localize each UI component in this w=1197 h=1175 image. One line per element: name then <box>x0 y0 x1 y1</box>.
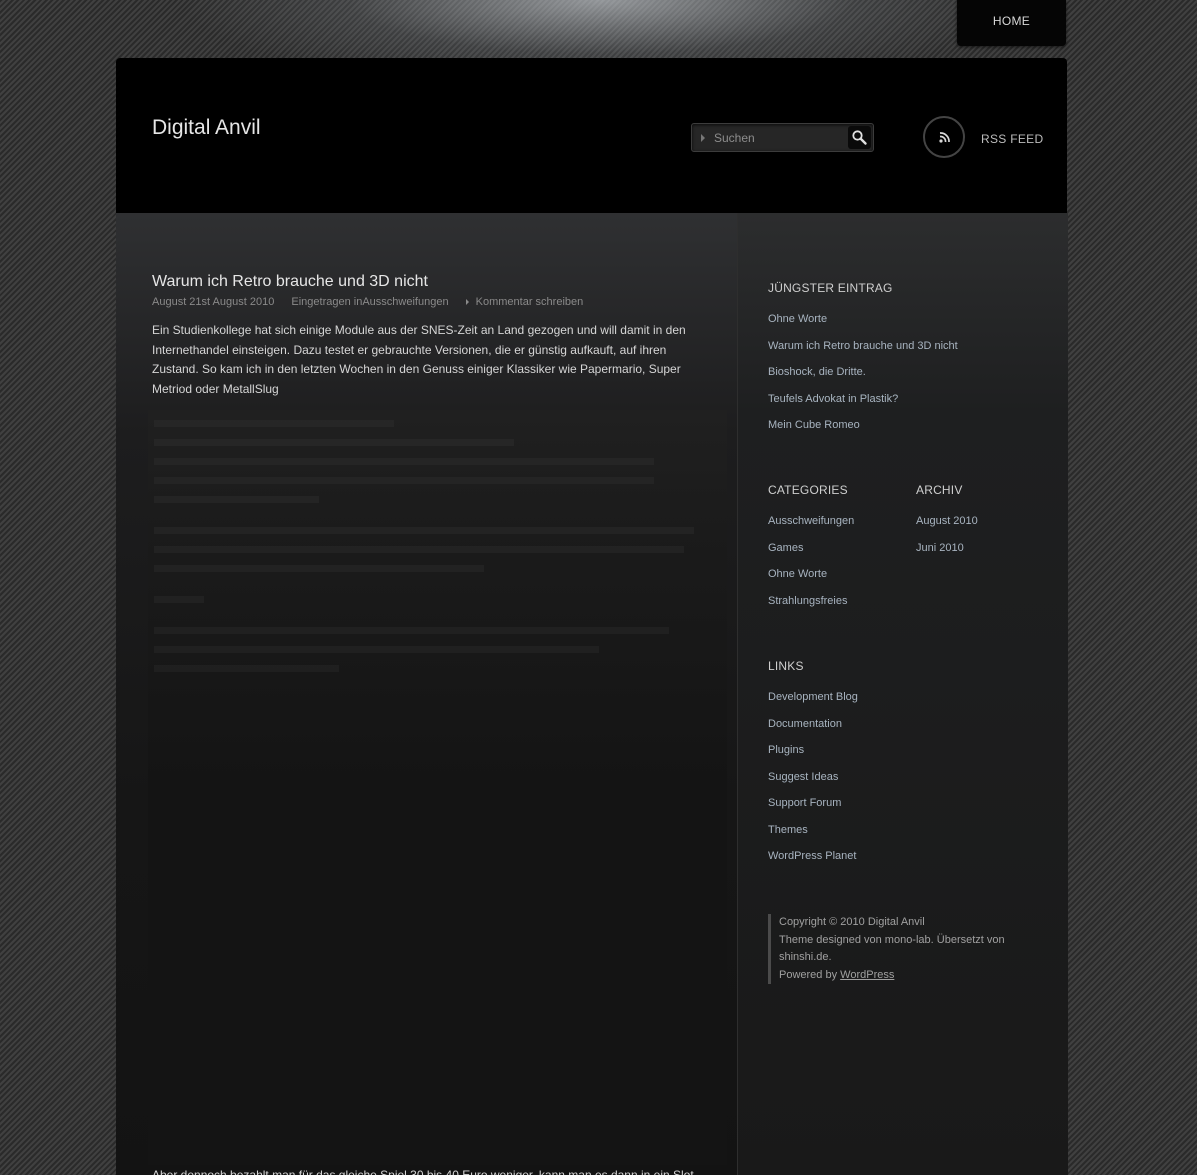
recent-posts-list: Ohne Worte Warum ich Retro brauche und 3… <box>768 313 958 446</box>
faded-text-line <box>154 439 514 446</box>
faded-text-line <box>154 458 654 465</box>
links-title: LINKS <box>768 659 804 673</box>
blogroll-link[interactable]: Plugins <box>768 744 858 771</box>
post-embed-overlay <box>148 410 727 1165</box>
faded-text-line <box>154 665 339 672</box>
blogroll-link[interactable]: Suggest Ideas <box>768 771 858 798</box>
recent-post-link[interactable]: Bioshock, die Dritte. <box>768 366 958 393</box>
search-button[interactable] <box>848 126 871 149</box>
copyright-text: Copyright © 2010 Digital Anvil <box>779 916 925 928</box>
site-title[interactable]: Digital Anvil <box>152 116 261 140</box>
category-link[interactable]: Strahlungsfreies <box>768 595 854 622</box>
top-nav: HOME <box>957 0 1066 46</box>
blogroll-link[interactable]: Development Blog <box>768 691 858 718</box>
blogroll-link[interactable]: WordPress Planet <box>768 850 858 877</box>
post-category: Eingetragen inAusschweifungen <box>291 296 448 308</box>
blogroll-link[interactable]: Themes <box>768 824 858 851</box>
wordpress-link[interactable]: WordPress <box>840 969 894 981</box>
comment-link[interactable]: Kommentar schreiben <box>476 296 584 308</box>
post-body-continued: Aber dennoch bezahlt man für das gleiche… <box>152 1168 694 1175</box>
category-link[interactable]: Games <box>768 542 854 569</box>
faded-text-line <box>154 646 599 653</box>
recent-post-link[interactable]: Warum ich Retro brauche und 3D nicht <box>768 340 958 367</box>
post-date: August 21st August 2010 <box>152 296 275 308</box>
blogroll-link[interactable]: Support Forum <box>768 797 858 824</box>
site-header: Digital Anvil RSS FEED <box>116 58 1067 213</box>
archive-title: ARCHIV <box>916 483 963 497</box>
recent-post-link[interactable]: Mein Cube Romeo <box>768 419 958 446</box>
blogroll-link[interactable]: Documentation <box>768 718 858 745</box>
recent-post-link[interactable]: Teufels Advokat in Plastik? <box>768 393 958 420</box>
faded-text-line <box>154 496 319 503</box>
search-arrow-icon <box>701 134 705 142</box>
search-box <box>691 123 874 152</box>
magnifier-icon <box>852 130 867 145</box>
faded-text-line <box>154 420 394 427</box>
links-list: Development Blog Documentation Plugins S… <box>768 691 858 877</box>
faded-text-line <box>154 546 684 553</box>
powered-prefix: Powered by <box>779 968 841 981</box>
archive-link[interactable]: Juni 2010 <box>916 542 978 569</box>
main-content: Warum ich Retro brauche und 3D nicht Aug… <box>116 213 737 1175</box>
recent-posts-title: JÜNGSTER EINTRAG <box>768 281 893 295</box>
faded-text-line <box>154 627 669 634</box>
archive-link[interactable]: August 2010 <box>916 515 978 542</box>
rss-icon <box>939 132 950 143</box>
post-meta: August 21st August 2010 Eingetragen inAu… <box>152 296 597 308</box>
comment-wrap: Kommentar schreiben <box>465 296 584 308</box>
footer-credits: Copyright © 2010 Digital Anvil Theme des… <box>768 914 1029 984</box>
category-prefix: Eingetragen in <box>291 296 363 308</box>
page-wrapper: Digital Anvil RSS FEED Warum ich Retro b… <box>116 58 1068 1175</box>
recent-post-link[interactable]: Ohne Worte <box>768 313 958 340</box>
faded-text-line <box>154 596 204 603</box>
rss-feed-link[interactable]: RSS FEED <box>981 132 1043 146</box>
post-body: Ein Studienkollege hat sich einige Modul… <box>152 323 686 396</box>
faded-text-line <box>154 477 654 484</box>
theme-credit: Theme designed von mono-lab. Übersetzt v… <box>779 933 1005 964</box>
rss-button[interactable] <box>923 116 965 158</box>
nav-home-link[interactable]: HOME <box>957 0 1066 42</box>
faded-text-line <box>154 527 694 534</box>
powered-by: Powered by WordPress <box>779 967 1029 985</box>
faded-text-line <box>154 565 484 572</box>
category-link[interactable]: Ausschweifungen <box>362 296 448 308</box>
category-link[interactable]: Ohne Worte <box>768 568 854 595</box>
search-input[interactable] <box>714 128 842 148</box>
categories-list: Ausschweifungen Games Ohne Worte Strahlu… <box>768 515 854 621</box>
category-link[interactable]: Ausschweifungen <box>768 515 854 542</box>
archive-list: August 2010 Juni 2010 <box>916 515 978 568</box>
post-title[interactable]: Warum ich Retro brauche und 3D nicht <box>152 273 428 291</box>
categories-title: CATEGORIES <box>768 483 848 497</box>
comment-arrow-icon <box>465 299 469 306</box>
sidebar: JÜNGSTER EINTRAG Ohne Worte Warum ich Re… <box>737 213 1068 1175</box>
